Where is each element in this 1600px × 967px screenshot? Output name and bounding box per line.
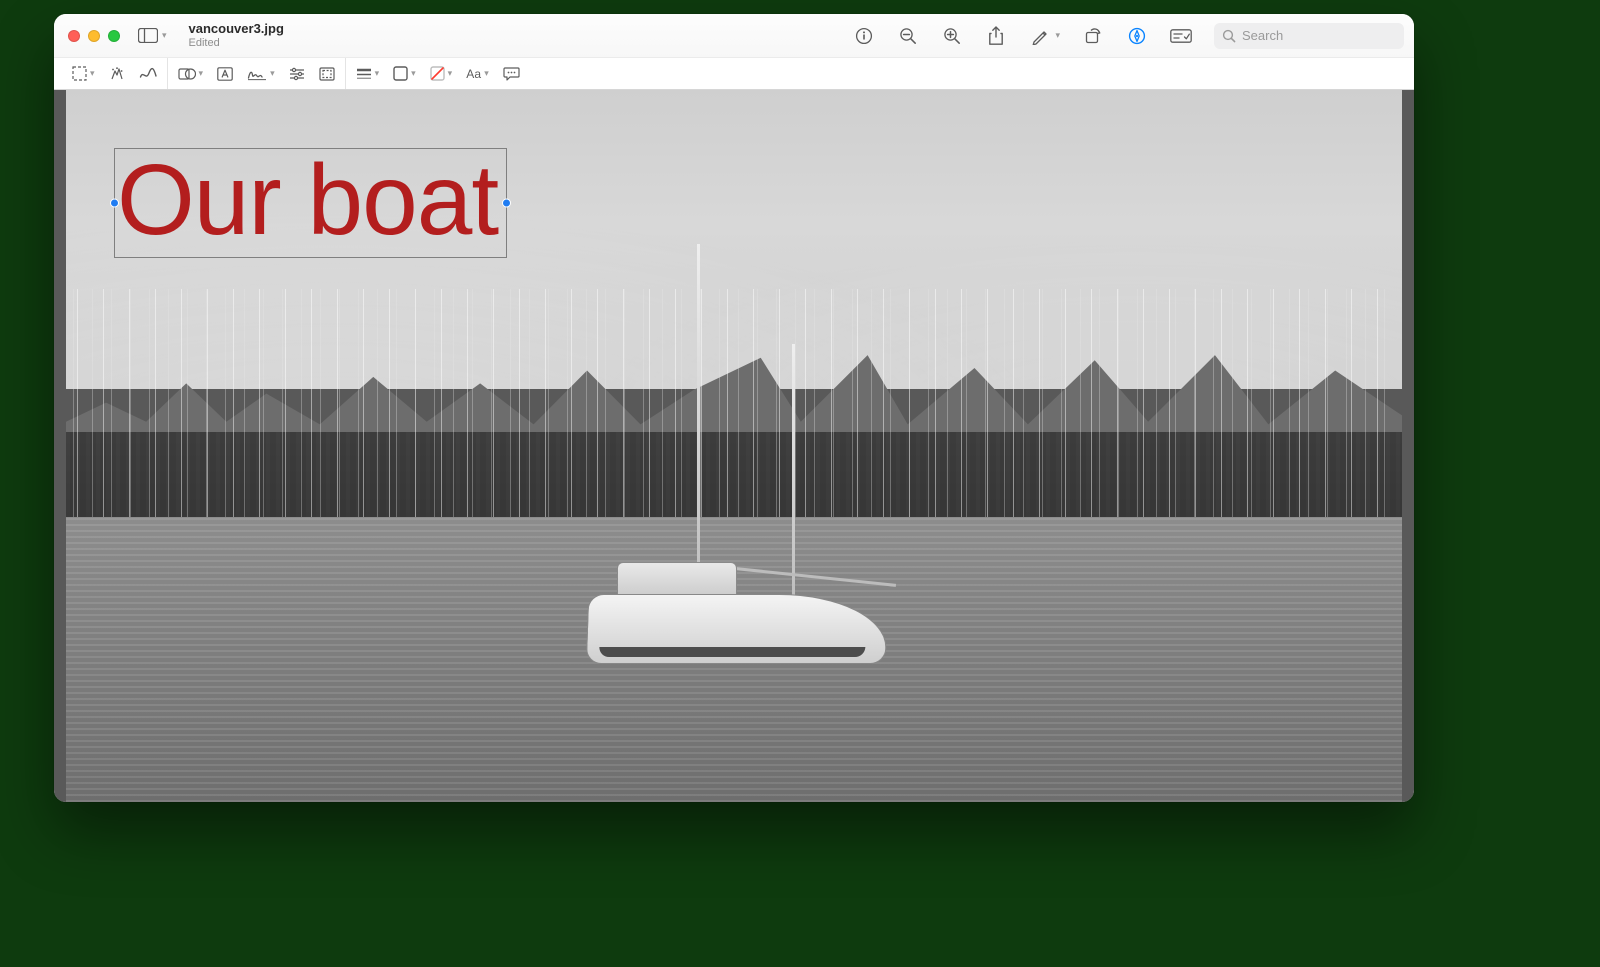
sketch-icon <box>139 67 157 81</box>
markup-button[interactable]: ▾ <box>1029 25 1060 47</box>
adjust-color-icon <box>289 67 305 81</box>
text-button[interactable] <box>217 67 233 81</box>
text-icon <box>217 67 233 81</box>
chevron-down-icon: ▾ <box>162 31 167 40</box>
search-icon <box>1222 29 1236 43</box>
chevron-down-icon: ▾ <box>1055 31 1060 40</box>
zoom-in-button[interactable] <box>941 25 963 47</box>
sketch-button[interactable] <box>139 67 157 81</box>
sidebar-icon <box>138 28 158 43</box>
shape-style-icon <box>356 68 372 80</box>
shapes-icon <box>178 66 196 82</box>
markup-group-style: ▾ ▾ ▾ Aa ▾ <box>345 58 530 89</box>
info-icon <box>855 27 873 45</box>
search-placeholder: Search <box>1242 28 1396 43</box>
chevron-down-icon: ▾ <box>375 69 380 78</box>
traffic-lights <box>68 30 120 42</box>
image-boat <box>547 474 907 704</box>
markup-pencil-icon <box>1031 27 1049 45</box>
share-button[interactable] <box>985 25 1007 47</box>
title-block: vancouver3.jpg Edited <box>189 22 284 49</box>
rotate-button[interactable] <box>1082 25 1104 47</box>
form-fill-button[interactable] <box>1170 25 1192 47</box>
sidebar-toggle-button[interactable]: ▾ <box>132 24 173 47</box>
text-annotation-box[interactable]: Our boat <box>114 148 507 258</box>
markup-pencil-icon-wrap <box>1029 25 1051 47</box>
selection-tool-button[interactable]: ▾ <box>72 66 95 81</box>
preview-window: ▾ vancouver3.jpg Edited <box>54 14 1414 802</box>
window-close-button[interactable] <box>68 30 80 42</box>
info-button[interactable] <box>853 25 875 47</box>
instant-alpha-button[interactable] <box>109 66 125 82</box>
rotate-icon <box>1084 27 1102 45</box>
zoom-out-icon <box>899 27 917 45</box>
text-annotation-content[interactable]: Our boat <box>117 149 498 251</box>
edit-button[interactable] <box>1126 25 1148 47</box>
sign-button[interactable]: ▾ <box>247 67 275 81</box>
chevron-down-icon: ▾ <box>199 69 204 78</box>
crop-button[interactable] <box>319 67 335 81</box>
zoom-in-icon <box>943 27 961 45</box>
share-icon <box>988 26 1004 46</box>
border-color-button[interactable]: ▾ <box>393 66 416 81</box>
markup-group-insert: ▾ ▾ <box>167 58 345 89</box>
chevron-down-icon: ▾ <box>90 69 95 78</box>
titlebar: ▾ vancouver3.jpg Edited <box>54 14 1414 58</box>
canvas-area[interactable]: Our boat <box>54 90 1414 802</box>
image-surface[interactable]: Our boat <box>66 90 1402 802</box>
shape-style-button[interactable]: ▾ <box>356 68 380 80</box>
chevron-down-icon: ▾ <box>270 69 275 78</box>
search-field[interactable]: Search <box>1214 23 1404 49</box>
chevron-down-icon: ▾ <box>448 69 453 78</box>
form-fill-icon <box>1170 29 1192 43</box>
selection-icon <box>72 66 87 81</box>
instant-alpha-icon <box>109 66 125 82</box>
titlebar-actions: ▾ <box>853 23 1404 49</box>
annotate-button[interactable] <box>503 66 520 81</box>
edit-pen-icon <box>1128 27 1146 45</box>
fill-color-button[interactable]: ▾ <box>430 66 453 81</box>
window-minimize-button[interactable] <box>88 30 100 42</box>
document-title: vancouver3.jpg <box>189 22 284 37</box>
sign-icon <box>247 67 267 81</box>
text-style-label: Aa <box>466 67 481 81</box>
resize-handle-left[interactable] <box>110 199 119 208</box>
markup-group-select: ▾ <box>62 58 167 89</box>
document-status: Edited <box>189 37 284 49</box>
shapes-button[interactable]: ▾ <box>178 66 204 82</box>
crop-icon <box>319 67 335 81</box>
chevron-down-icon: ▾ <box>411 69 416 78</box>
text-style-button[interactable]: Aa ▾ <box>466 67 489 81</box>
adjust-color-button[interactable] <box>289 67 305 81</box>
annotate-icon <box>503 66 520 81</box>
window-zoom-button[interactable] <box>108 30 120 42</box>
border-color-icon <box>393 66 408 81</box>
fill-color-icon <box>430 66 445 81</box>
chevron-down-icon: ▾ <box>484 69 489 78</box>
zoom-out-button[interactable] <box>897 25 919 47</box>
resize-handle-right[interactable] <box>502 199 511 208</box>
markup-toolbar: ▾ ▾ <box>54 58 1414 90</box>
